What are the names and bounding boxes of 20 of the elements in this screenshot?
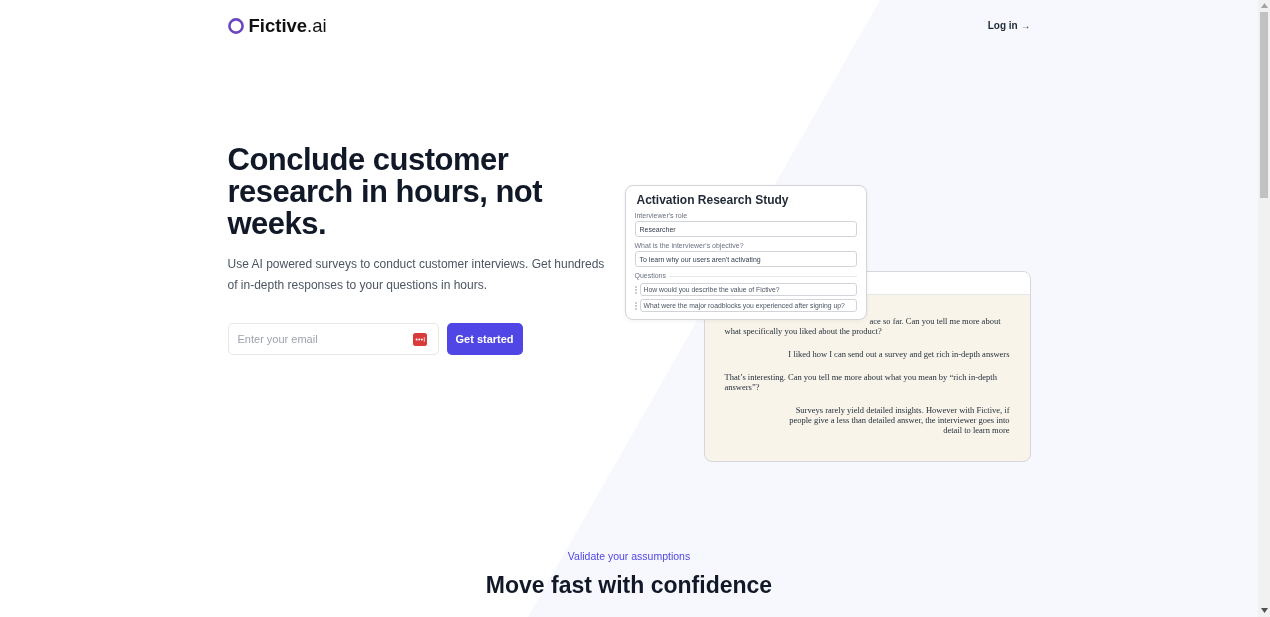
scroll-up-icon[interactable] (1260, 3, 1268, 8)
chat-message: Surveys rarely yield detailed insights. However with Fictive, if people give a less than detailed answer, the interviewer goes into detail to learn more (788, 405, 1010, 435)
section-heading: Move fast with confidence (485, 571, 773, 600)
scroll-down-icon[interactable] (1260, 608, 1268, 613)
chat-message: That’s interesting. Can you tell me more about what you mean by “rich in-depth answers”? (724, 372, 998, 392)
login-link[interactable]: Log in → (987, 19, 1031, 33)
get-started-button[interactable]: Get started (446, 323, 523, 355)
hero-headline: Conclude customer research in hours, not weeks. (227, 144, 544, 240)
scrollbar-track[interactable] (1258, 0, 1270, 617)
email-field[interactable]: Enter your email (227, 323, 439, 355)
card-title: Activation Research Study (636, 193, 790, 208)
chat-message: I liked how I can send out a survey and get rich in-depth answers (787, 349, 1010, 359)
logo-text: Fictive.ai (248, 16, 327, 36)
drag-handle-icon[interactable] (634, 285, 637, 294)
scrollbar-thumb[interactable] (1260, 12, 1268, 198)
section-eyebrow: Validate your assumptions (567, 549, 691, 564)
ring-icon (227, 18, 244, 34)
hero-description: Use AI powered surveys to conduct customer interviews. Get hundreds of in-depth responses to your questions in hours. (227, 256, 606, 294)
chat-message: ace so far. Can you tell me more about what specifically you liked about the product? (724, 316, 1002, 336)
drag-handle-icon[interactable] (634, 301, 637, 310)
